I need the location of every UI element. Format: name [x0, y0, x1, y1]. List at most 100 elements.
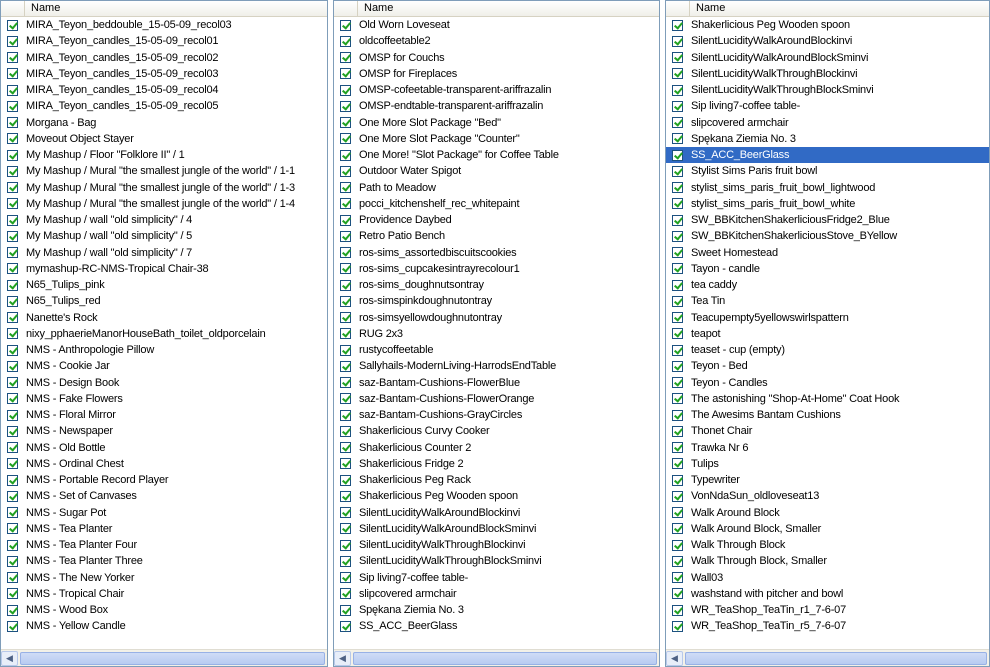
checkbox-checked[interactable]: [340, 52, 351, 64]
list-item[interactable]: saz-Bantam-Cushions-FlowerBlue: [334, 375, 659, 391]
checkbox-checked[interactable]: [340, 279, 351, 291]
list-item[interactable]: NMS - Anthropologie Pillow: [1, 342, 327, 358]
checkbox-checked[interactable]: [7, 393, 18, 405]
list-item[interactable]: My Mashup / wall "old simplicity" / 5: [1, 228, 327, 244]
list-item[interactable]: ros-sims_doughnutsontray: [334, 277, 659, 293]
checkbox-checked[interactable]: [7, 328, 18, 340]
list-item[interactable]: Retro Patio Bench: [334, 228, 659, 244]
checkbox-checked[interactable]: [7, 263, 18, 275]
list-item[interactable]: NMS - Fake Flowers: [1, 391, 327, 407]
list-item[interactable]: NMS - Wood Box: [1, 602, 327, 618]
list-item[interactable]: NMS - Sugar Pot: [1, 505, 327, 521]
list-item[interactable]: SW_BBKitchenShakerliciousStove_BYellow: [666, 228, 989, 244]
list-item[interactable]: Shakerlicious Peg Wooden spoon: [334, 488, 659, 504]
checkbox-checked[interactable]: [672, 360, 683, 372]
list-item[interactable]: The Awesims Bantam Cushions: [666, 407, 989, 423]
left-arrow-icon[interactable]: ◀: [666, 650, 683, 666]
checkbox-checked[interactable]: [340, 507, 351, 519]
left-arrow-icon[interactable]: ◀: [1, 650, 18, 666]
checkbox-checked[interactable]: [340, 588, 351, 600]
list-item[interactable]: SS_ACC_BeerGlass: [334, 618, 659, 634]
list-item[interactable]: teapot: [666, 326, 989, 342]
column-header[interactable]: Name: [334, 1, 659, 17]
list-item[interactable]: My Mashup / Floor "Folklore II" / 1: [1, 147, 327, 163]
list-item[interactable]: SilentLucidityWalkThroughBlockSminvi: [666, 82, 989, 98]
list-item[interactable]: Path to Meadow: [334, 180, 659, 196]
checkbox-checked[interactable]: [7, 182, 18, 194]
list-item[interactable]: Sweet Homestead: [666, 245, 989, 261]
checkbox-checked[interactable]: [672, 35, 683, 47]
list-item[interactable]: Spękana Ziemia No. 3: [334, 602, 659, 618]
list-item[interactable]: Shakerlicious Peg Rack: [334, 472, 659, 488]
checkbox-checked[interactable]: [7, 133, 18, 145]
checkbox-checked[interactable]: [7, 442, 18, 454]
checkbox-checked[interactable]: [672, 523, 683, 535]
checkbox-checked[interactable]: [672, 19, 683, 31]
checkbox-checked[interactable]: [340, 604, 351, 616]
list-item[interactable]: SilentLucidityWalkThroughBlockSminvi: [334, 553, 659, 569]
list-item[interactable]: Shakerlicious Counter 2: [334, 440, 659, 456]
checkbox-checked[interactable]: [672, 149, 683, 161]
checkbox-checked[interactable]: [7, 35, 18, 47]
list-item[interactable]: My Mashup / Mural "the smallest jungle o…: [1, 196, 327, 212]
list-item[interactable]: NMS - The New Yorker: [1, 570, 327, 586]
horizontal-scrollbar[interactable]: ◀: [666, 649, 989, 666]
list-item[interactable]: Sallyhails-ModernLiving-HarrodsEndTable: [334, 358, 659, 374]
list-item[interactable]: N65_Tulips_pink: [1, 277, 327, 293]
list-item[interactable]: Moveout Object Stayer: [1, 131, 327, 147]
checkbox-checked[interactable]: [672, 182, 683, 194]
list-item[interactable]: OMSP-cofeetable-transparent-ariffrazalin: [334, 82, 659, 98]
checkbox-checked[interactable]: [340, 620, 351, 632]
list-item[interactable]: NMS - Set of Canvases: [1, 488, 327, 504]
list-item[interactable]: OMSP for Couchs: [334, 50, 659, 66]
list-item[interactable]: WR_TeaShop_TeaTin_r1_7-6-07: [666, 602, 989, 618]
list-item[interactable]: MIRA_Teyon_candles_15-05-09_recol03: [1, 66, 327, 82]
list-item[interactable]: My Mashup / wall "old simplicity" / 7: [1, 245, 327, 261]
list-item[interactable]: SilentLucidityWalkThroughBlockinvi: [334, 537, 659, 553]
checkbox-checked[interactable]: [340, 247, 351, 259]
checkbox-checked[interactable]: [340, 263, 351, 275]
list-item[interactable]: Outdoor Water Spigot: [334, 163, 659, 179]
list-item[interactable]: teaset - cup (empty): [666, 342, 989, 358]
checkbox-checked[interactable]: [672, 458, 683, 470]
list-item[interactable]: ros-sims_cupcakesintrayrecolour1: [334, 261, 659, 277]
checkbox-checked[interactable]: [672, 230, 683, 242]
checkbox-checked[interactable]: [7, 620, 18, 632]
list-item[interactable]: My Mashup / Mural "the smallest jungle o…: [1, 180, 327, 196]
checkbox-checked[interactable]: [340, 149, 351, 161]
list-item[interactable]: MIRA_Teyon_candles_15-05-09_recol04: [1, 82, 327, 98]
list-item[interactable]: NMS - Floral Mirror: [1, 407, 327, 423]
checkbox-checked[interactable]: [7, 100, 18, 112]
list-item[interactable]: OMSP for Fireplaces: [334, 66, 659, 82]
list-item[interactable]: Walk Through Block: [666, 537, 989, 553]
list-item[interactable]: Wall03: [666, 570, 989, 586]
list-item[interactable]: NMS - Portable Record Player: [1, 472, 327, 488]
checkbox-checked[interactable]: [672, 52, 683, 64]
scrollbar-thumb[interactable]: [685, 651, 987, 665]
list-item[interactable]: NMS - Cookie Jar: [1, 358, 327, 374]
column-header[interactable]: Name: [1, 1, 327, 17]
checkbox-checked[interactable]: [340, 377, 351, 389]
list-item[interactable]: NMS - Tea Planter Three: [1, 553, 327, 569]
checkbox-checked[interactable]: [340, 344, 351, 356]
checkbox-checked[interactable]: [672, 393, 683, 405]
checkbox-checked[interactable]: [7, 312, 18, 324]
list-item[interactable]: Walk Around Block: [666, 505, 989, 521]
list-item[interactable]: MIRA_Teyon_beddouble_15-05-09_recol03: [1, 17, 327, 33]
list-item[interactable]: MIRA_Teyon_candles_15-05-09_recol02: [1, 50, 327, 66]
list-item[interactable]: SilentLucidityWalkAroundBlockinvi: [666, 33, 989, 49]
checkbox-checked[interactable]: [672, 328, 683, 340]
checkbox-checked[interactable]: [672, 604, 683, 616]
checkbox-checked[interactable]: [340, 442, 351, 454]
checkbox-checked[interactable]: [7, 588, 18, 600]
checkbox-checked[interactable]: [672, 68, 683, 80]
checkbox-checked[interactable]: [7, 377, 18, 389]
checkbox-checked[interactable]: [672, 198, 683, 210]
checkbox-checked[interactable]: [7, 425, 18, 437]
list-item[interactable]: Thonet Chair: [666, 423, 989, 439]
name-column-header[interactable]: Name: [25, 1, 327, 16]
checkbox-checked[interactable]: [340, 555, 351, 567]
checkbox-checked[interactable]: [340, 100, 351, 112]
list-item[interactable]: ros-simspinkdoughnutontray: [334, 293, 659, 309]
checkbox-checked[interactable]: [340, 198, 351, 210]
